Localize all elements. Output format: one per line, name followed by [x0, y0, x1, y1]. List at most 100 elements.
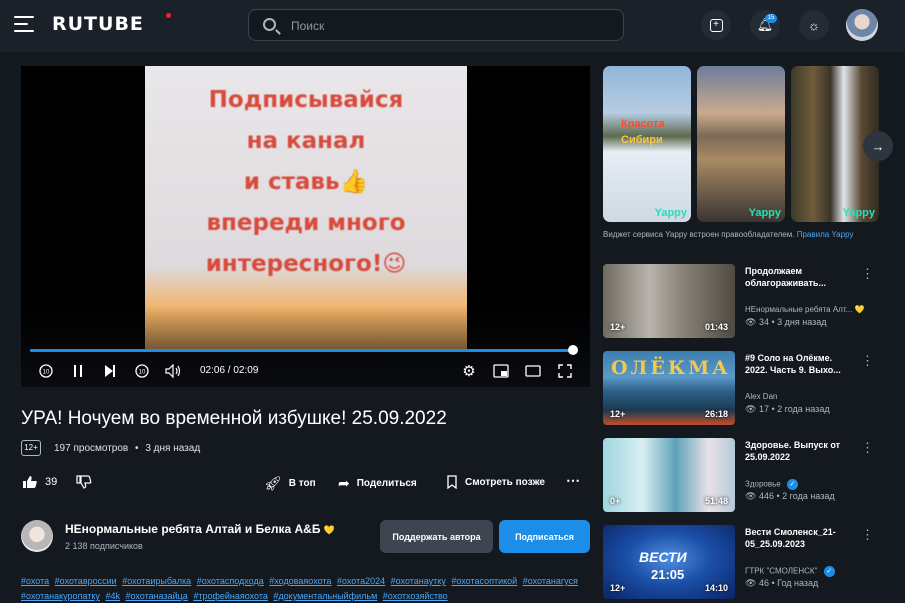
hashtag-link[interactable]: #охотхозяйство [383, 591, 448, 601]
dislike-button[interactable] [76, 475, 92, 489]
sun-icon: ☼ [808, 18, 820, 33]
recommendation-thumbnail[interactable]: 12+ 01:43 [603, 264, 735, 338]
carousel-next-button[interactable]: → [863, 131, 893, 161]
search-input[interactable] [291, 16, 611, 36]
hashtag-link[interactable]: #ходоваяохота [269, 576, 331, 586]
more-vertical-icon[interactable]: ⋮ [861, 265, 871, 283]
progress-fill [30, 349, 573, 352]
theater-mode-button[interactable] [523, 361, 543, 381]
hashtag-link[interactable]: #охотаирыбалка [122, 576, 191, 586]
hashtag-link[interactable]: #охотавроссии [55, 576, 117, 586]
recommendation-item[interactable]: ОЛЁКМА 12+ 26:18 #9 Соло на Олёкме. 2022… [603, 351, 903, 427]
upload-button[interactable]: + [701, 10, 731, 40]
video-player[interactable]: Подписывайся на канал и ставь👍 впереди м… [21, 66, 590, 387]
yappy-logo: Yappy [749, 207, 781, 219]
recommendation-channel[interactable]: ГТРК "СМОЛЕНСК" ✓ [745, 566, 875, 577]
publish-date: 3 дня назад [145, 443, 200, 454]
recommendation-title[interactable]: Продолжаем облагораживать... [745, 265, 855, 289]
logo[interactable]: RUTUBE [52, 13, 144, 35]
recommendation-channel-name: ГТРК "СМОЛЕНСК" [745, 567, 817, 576]
watch-later-button[interactable]: Смотреть позже [446, 475, 545, 489]
thumbs-down-icon [76, 475, 92, 489]
recommendation-item[interactable]: 12+ 01:43 Продолжаем облагораживать... Н… [603, 264, 903, 340]
progress-bar[interactable] [30, 349, 578, 352]
recommendation-item[interactable]: 0+ 51:48 Здоровье. Выпуск от 25.09.2022 … [603, 438, 903, 514]
next-button[interactable] [100, 361, 120, 381]
hashtag-link[interactable]: #охотасоптикой [451, 576, 517, 586]
video-actions: 39 🚀︎ В топ ➦ Поделиться Смотреть позже … [0, 470, 600, 496]
support-author-button[interactable]: Поддержать автора [380, 520, 493, 553]
menu-icon[interactable] [14, 16, 34, 32]
volume-button[interactable] [164, 361, 184, 381]
meta-separator: • [135, 443, 139, 454]
hashtag-link[interactable]: #охотанаутку [391, 576, 446, 586]
view-count: 446 [759, 491, 774, 501]
eye-icon: 👁︎ [745, 317, 756, 327]
yappy-clip[interactable]: Красота Сибири Yappy [603, 66, 691, 222]
age-badge: 12+ [610, 322, 625, 332]
video-title: УРА! Ночуем во временной избушке! 25.09.… [21, 408, 447, 430]
more-vertical-icon[interactable]: ⋮ [861, 352, 871, 370]
user-avatar[interactable] [846, 9, 878, 41]
hashtag-link[interactable]: #4k [105, 591, 120, 601]
hashtag-link[interactable]: #охотаназайца [125, 591, 187, 601]
recommendation-channel[interactable]: Здоровье ✓ [745, 479, 875, 490]
fullscreen-icon [558, 364, 572, 378]
hashtag-link[interactable]: #охота [21, 576, 49, 586]
progress-handle[interactable] [568, 345, 578, 355]
forward-10-icon: 10 [134, 363, 150, 379]
age-badge: 12+ [610, 583, 625, 593]
rewind-10-button[interactable]: 10 [36, 361, 56, 381]
more-actions-button[interactable]: ⋯ [566, 472, 580, 489]
like-button[interactable]: 39 [22, 475, 57, 489]
hashtag-link[interactable]: #охотанакуропатку [21, 591, 100, 601]
recommendation-thumbnail[interactable]: ОЛЁКМА 12+ 26:18 [603, 351, 735, 425]
yappy-logo: Yappy [843, 207, 875, 219]
notification-badge: 15 [765, 14, 777, 23]
recommendation-channel[interactable]: Alex Dan [745, 392, 875, 401]
view-count: 17 [759, 404, 769, 414]
hashtag-link[interactable]: #охотасподхода [197, 576, 264, 586]
to-top-button[interactable]: 🚀︎ В топ [264, 475, 316, 492]
thumbnail-text: ОЛЁКМА [611, 357, 731, 379]
hashtag-link[interactable]: #охотанагуся [523, 576, 578, 586]
recommendation-title[interactable]: Здоровье. Выпуск от 25.09.2022 [745, 439, 855, 463]
hashtag-link[interactable]: #трофейнаяохота [193, 591, 268, 601]
hashtag-link[interactable]: #охота2024 [337, 576, 385, 586]
share-arrow-icon: ➦ [338, 475, 350, 492]
channel-avatar[interactable] [21, 520, 53, 552]
recommendation-channel[interactable]: НЕнормальные ребята Алт... 💛 [745, 305, 875, 314]
miniplayer-icon [493, 364, 509, 378]
yappy-clip[interactable]: Yappy [697, 66, 785, 222]
channel-name[interactable]: НЕнормальные ребята Алтай и Белка А&Б 💛 [65, 522, 335, 536]
eye-icon: 👁︎ [745, 404, 756, 414]
share-button[interactable]: ➦ Поделиться [338, 475, 417, 492]
notifications-button[interactable]: 🔔︎ 15 [750, 10, 780, 40]
recommendation-thumbnail[interactable]: ВЕСТИ 21:05 12+ 14:10 [603, 525, 735, 599]
pause-button[interactable] [68, 361, 88, 381]
recommendation-item[interactable]: ВЕСТИ 21:05 12+ 14:10 Вести Смоленск_21-… [603, 525, 903, 601]
volume-icon [165, 364, 183, 378]
share-label: Поделиться [357, 478, 417, 489]
theme-toggle-button[interactable]: ☼ [799, 10, 829, 40]
plus-square-icon: + [710, 19, 723, 32]
more-vertical-icon[interactable]: ⋮ [861, 526, 871, 544]
more-vertical-icon[interactable]: ⋮ [861, 439, 871, 457]
recommendation-thumbnail[interactable]: 0+ 51:48 [603, 438, 735, 512]
verified-icon: ✓ [824, 566, 835, 577]
meta-separator: • [771, 317, 774, 327]
recommendation-title[interactable]: #9 Соло на Олёкме. 2022. Часть 9. Выхо..… [745, 352, 855, 376]
fullscreen-button[interactable] [555, 361, 575, 381]
recommendation-title[interactable]: Вести Смоленск_21-05_25.09.2023 [745, 526, 855, 550]
miniplayer-button[interactable] [491, 361, 511, 381]
gear-icon: ⚙︎ [462, 362, 475, 380]
settings-button[interactable]: ⚙︎ [459, 361, 479, 381]
yappy-widget-note: Виджет сервиса Yappy встроен правооблада… [603, 229, 878, 240]
subscribe-button[interactable]: Подписаться [499, 520, 590, 553]
meta-separator: • [771, 578, 774, 588]
search-box[interactable] [248, 9, 624, 41]
forward-10-button[interactable]: 10 [132, 361, 152, 381]
yappy-rules-link[interactable]: Правила Yappy [797, 230, 854, 239]
hashtag-link[interactable]: #документальныйфильм [273, 591, 377, 601]
time-display: 02:06 / 02:09 [200, 365, 258, 376]
